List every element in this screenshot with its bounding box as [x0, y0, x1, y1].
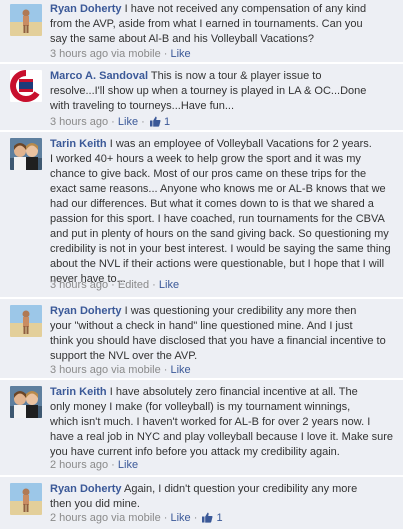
comment-author-link[interactable]: Tarin Keith — [50, 138, 107, 150]
person-on-beach-avatar-icon[interactable] — [10, 305, 42, 337]
comment-body: Ryan Doherty I was questioning your cred… — [50, 304, 397, 364]
meta-separator: · — [193, 512, 198, 524]
comment-time: 3 hours ago — [50, 48, 109, 60]
comment-meta: 3 hours ago via mobile · Like — [50, 363, 397, 377]
comment-meta: 2 hours ago · Like — [50, 458, 397, 472]
like-link[interactable]: Like — [118, 459, 138, 471]
comment-body: Ryan Doherty I have not received any com… — [50, 2, 397, 47]
comment-item: Ryan Doherty Again, I didn't question yo… — [0, 477, 403, 530]
comment-author-link[interactable]: Ryan Doherty — [50, 305, 122, 317]
comment-item: Tarin Keith I have absolutely zero finan… — [0, 380, 403, 476]
comment-meta: 3 hours ago · Edited · Like — [50, 278, 397, 292]
comment-time: 2 hours ago — [50, 459, 109, 471]
comment-meta: 3 hours ago · Like · 1 — [50, 115, 397, 131]
like-link[interactable]: Like — [171, 512, 191, 524]
meta-separator: · — [141, 116, 145, 128]
comment-time: 3 hours ago — [50, 279, 109, 291]
comment-meta: 2 hours ago via mobile · Like · 1 — [50, 511, 397, 527]
like-link[interactable]: Like — [171, 48, 191, 60]
like-count[interactable]: 1 — [217, 512, 223, 524]
comment-via: via mobile — [111, 364, 161, 376]
comment-author-link[interactable]: Tarin Keith — [50, 386, 107, 398]
edited-label[interactable]: Edited — [118, 279, 149, 291]
meta-separator: · — [163, 364, 168, 376]
comment-item: Ryan Doherty I was questioning your cred… — [0, 299, 403, 379]
meta-separator: · — [152, 279, 156, 291]
comment-author-link[interactable]: Ryan Doherty — [50, 483, 122, 495]
comment-via: via mobile — [111, 48, 161, 60]
comment-item: Ryan Doherty I have not received any com… — [0, 0, 403, 63]
like-count[interactable]: 1 — [164, 116, 170, 128]
meta-separator: · — [163, 512, 168, 524]
comment-time: 3 hours ago — [50, 116, 109, 128]
comment-meta: 3 hours ago via mobile · Like — [50, 47, 397, 61]
meta-separator: · — [111, 116, 115, 128]
meta-separator: · — [111, 279, 115, 291]
person-on-beach-avatar-icon[interactable] — [10, 483, 42, 515]
meta-separator: · — [163, 48, 168, 60]
comment-author-link[interactable]: Marco A. Sandoval — [50, 70, 148, 82]
comment-item: Marco A. Sandoval This is now a tour & p… — [0, 64, 403, 131]
comment-thread: Ryan Doherty I have not received any com… — [0, 0, 405, 530]
two-people-photo-avatar-icon[interactable] — [10, 138, 42, 170]
meta-separator: · — [111, 459, 115, 471]
thumbs-up-icon[interactable] — [149, 116, 161, 131]
comment-body: Ryan Doherty Again, I didn't question yo… — [50, 482, 397, 512]
thumbs-up-icon[interactable] — [202, 512, 213, 527]
like-link[interactable]: Like — [118, 116, 138, 128]
comment-item: Tarin Keith I was an employee of Volleyb… — [0, 132, 403, 298]
comment-time: 3 hours ago — [50, 364, 109, 376]
like-link[interactable]: Like — [159, 279, 179, 291]
person-on-beach-avatar-icon[interactable] — [10, 4, 42, 36]
comment-author-link[interactable]: Ryan Doherty — [50, 3, 122, 15]
comment-body: Marco A. Sandoval This is now a tour & p… — [50, 69, 397, 114]
two-people-photo-avatar-icon[interactable] — [10, 386, 42, 418]
like-link[interactable]: Like — [171, 364, 191, 376]
comment-body: Tarin Keith I have absolutely zero finan… — [50, 385, 397, 460]
comment-text: I was an employee of Volleyball Vacation… — [50, 138, 391, 285]
comment-body: Tarin Keith I was an employee of Volleyb… — [50, 137, 397, 287]
comment-time: 2 hours ago — [50, 512, 109, 524]
comment-via: via mobile — [111, 512, 161, 524]
canadiens-logo-avatar-icon[interactable] — [10, 70, 42, 102]
